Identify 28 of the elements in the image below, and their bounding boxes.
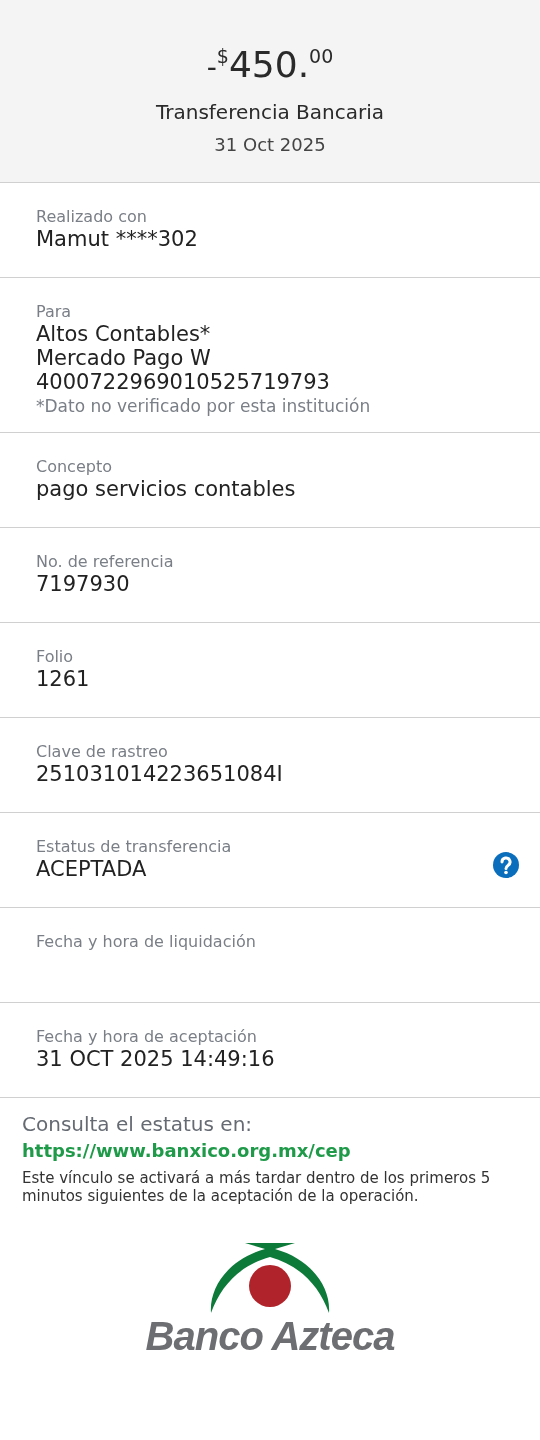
field-label: Fecha y hora de aceptación	[36, 1027, 258, 1047]
field-value: 251031014223651084I	[36, 762, 284, 786]
field-value: ACEPTADA	[36, 857, 148, 881]
link-note: Este vínculo se activará a más tardar dentro de los primeros 5 minutos siguientes de la aceptación de la operación.	[22, 1169, 492, 1205]
field-value: 1261	[36, 667, 91, 691]
field-label: Fecha y hora de liquidación	[36, 932, 257, 952]
transaction-date: 31 Oct 2025	[214, 134, 326, 155]
help-icon[interactable]	[492, 851, 520, 879]
field-note: *Dato no verificado por esta institución	[36, 395, 372, 418]
field-label: Folio	[36, 647, 75, 667]
field-value: pago servicios contables	[36, 477, 297, 501]
amount-text: -$^{$}$450.$^{00}$	[206, 43, 334, 87]
status-heading: Consulta el estatus en:	[22, 1112, 254, 1136]
field-label: Concepto	[36, 457, 113, 477]
field-label: Realizado con	[36, 207, 148, 227]
field-value: 4000722969010525719793	[36, 370, 331, 394]
brand-name: Banco Azteca	[145, 1315, 395, 1357]
field-value: 7197930	[36, 572, 131, 596]
field-value: Altos Contables*	[36, 322, 212, 346]
field-label: Estatus de transferencia	[36, 837, 233, 857]
field-label: Clave de rastreo	[36, 742, 169, 762]
field-value: Mercado Pago W	[36, 346, 212, 370]
field-value: 31 OCT 2025 14:49:16	[36, 1047, 276, 1071]
field-label: No. de referencia	[36, 552, 175, 572]
field-value: Mamut ****302	[36, 227, 199, 251]
banxico-link[interactable]: https://www.banxico.org.mx/cep	[22, 1140, 351, 1161]
transaction-title: Transferencia Bancaria	[155, 100, 385, 124]
field-label: Para	[36, 302, 73, 322]
